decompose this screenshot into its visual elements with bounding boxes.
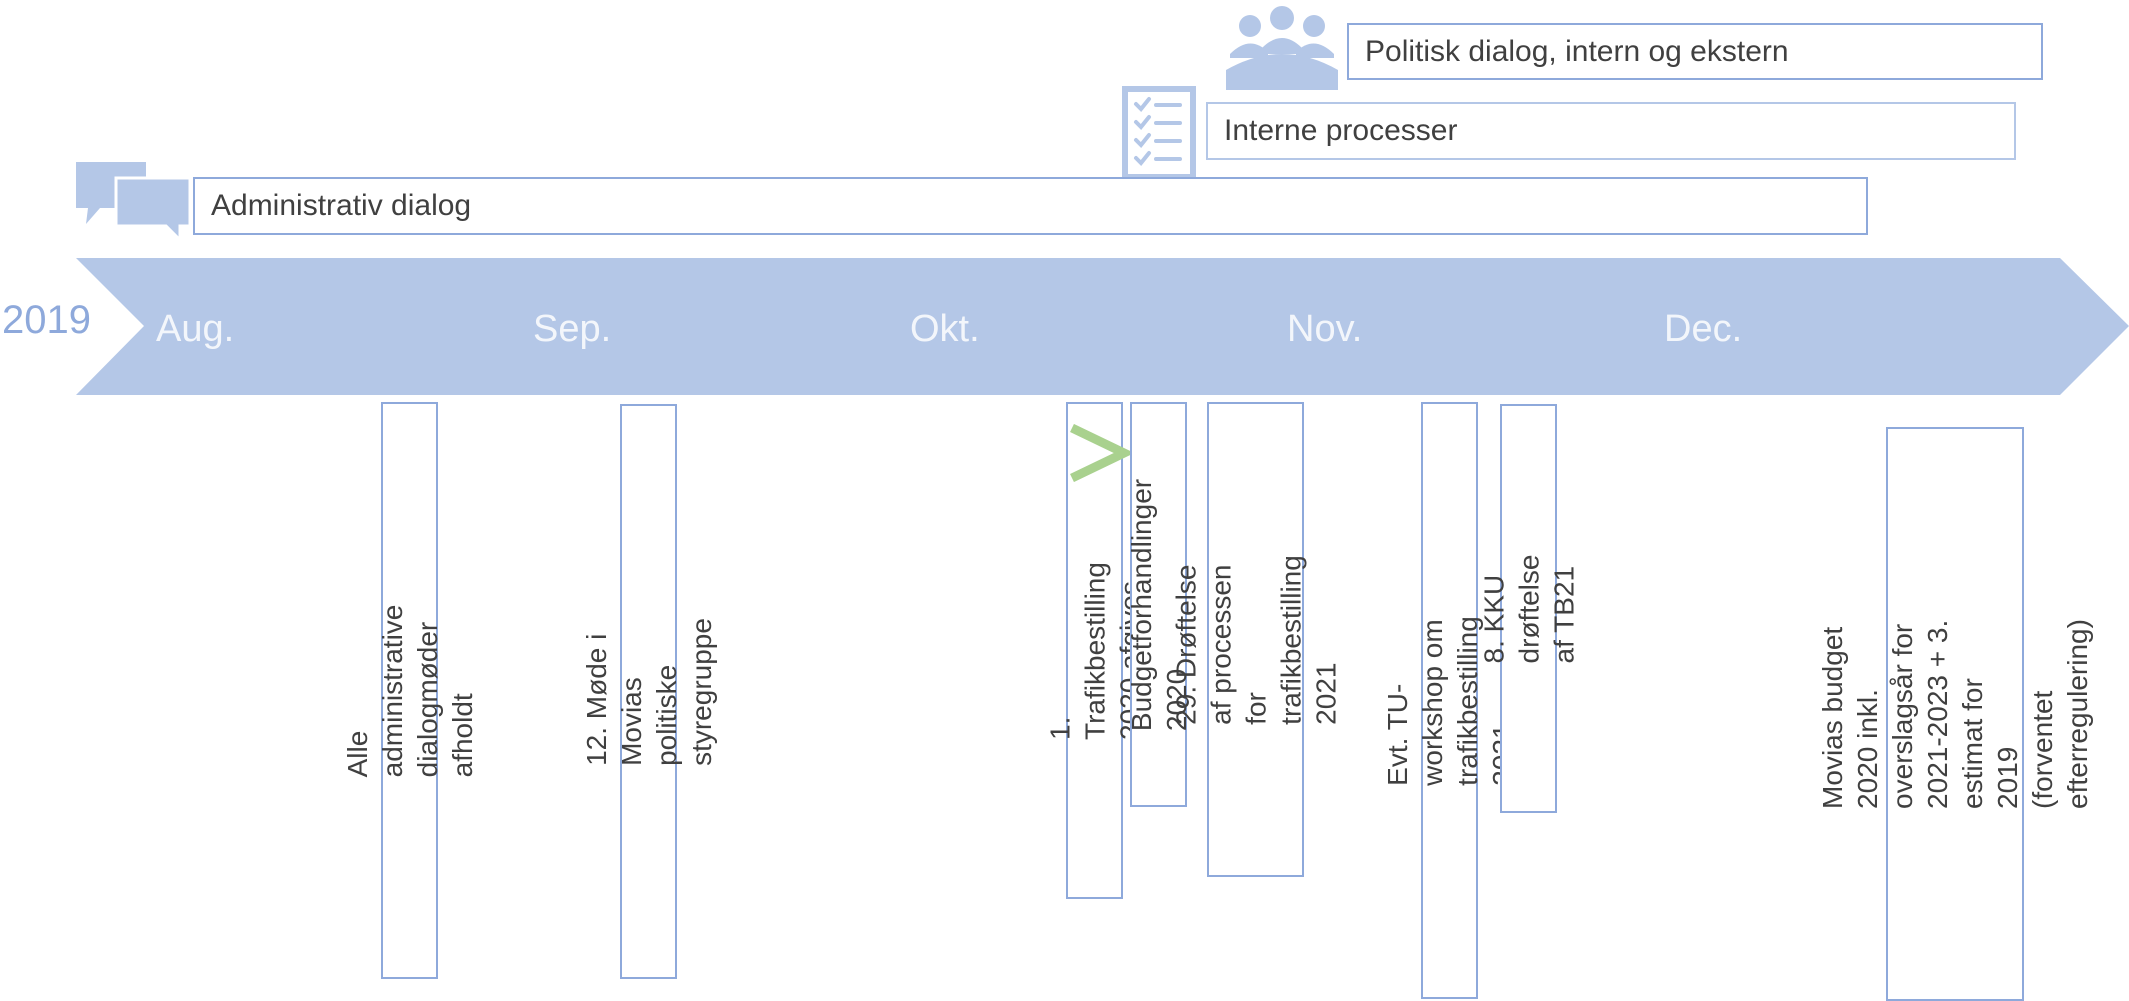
phase-political-label: Politisk dialog, intern og ekstern [1365, 34, 1789, 68]
phase-administrative-label: Administrativ dialog [211, 189, 472, 222]
month-sep: Sep. [533, 308, 612, 350]
speech-bubbles-icon [76, 162, 192, 240]
event-label: 29. Drøftelse af processen for trafikbes… [1170, 554, 1341, 725]
event-label: Movias budget 2020 inkl. overslagsår for… [1817, 619, 2093, 809]
checklist-icon [1122, 86, 1196, 180]
event-box: 8. KKU drøftelse af TB21 [1478, 404, 1579, 813]
event-label: 8. KKU drøftelse af TB21 [1478, 554, 1579, 663]
event-label: 12. Møde i Movias politiske styregruppe [580, 617, 717, 766]
event-label: Alle administrative dialogmøder afholdt [341, 604, 478, 777]
month-nov: Nov. [1287, 308, 1363, 350]
event-box: 29. Drøftelse af processen for trafikbes… [1170, 402, 1341, 877]
chevron-right-icon [1070, 424, 1130, 482]
event-box: Movias budget 2020 inkl. overslagsår for… [1817, 427, 2093, 1001]
timeline-year: 2019 [2, 298, 91, 342]
month-okt: Okt. [910, 308, 980, 350]
event-box: Evt. TU-workshop om trafikbestilling 202… [1382, 402, 1518, 999]
event-box: 12. Møde i Movias politiske styregruppe [581, 404, 717, 979]
meeting-people-icon [1226, 6, 1338, 90]
event-box: Alle administrative dialogmøder afholdt [342, 402, 478, 979]
phase-administrative-dialog: Administrativ dialog [193, 177, 1868, 235]
phase-political-dialog: Politisk dialog, intern og ekstern [1347, 23, 2043, 80]
phase-internal-label: Interne processer [1224, 114, 1458, 147]
month-dec: Dec. [1664, 308, 1743, 350]
month-aug: Aug. [156, 308, 235, 350]
phase-internal-processes: Interne processer [1206, 102, 2016, 160]
